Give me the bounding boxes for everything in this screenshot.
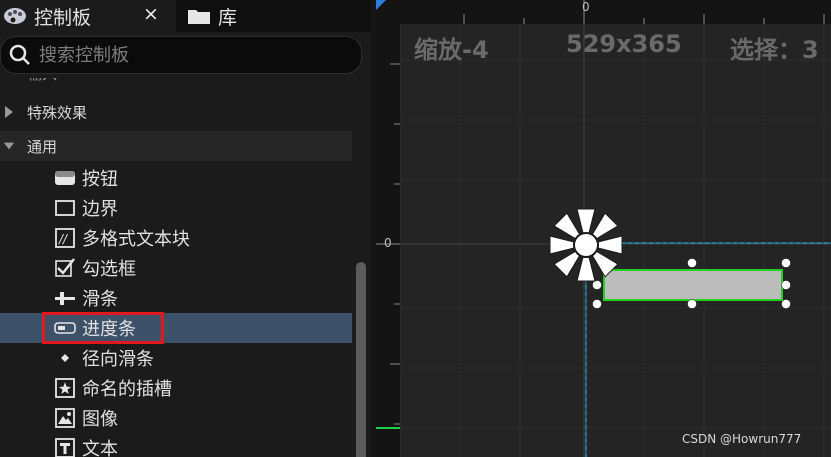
button-icon: [55, 171, 75, 185]
chevron-right-icon: [5, 106, 13, 118]
tab-palette[interactable]: 控制板 ×: [0, 0, 176, 32]
category-special-effects-label: 特殊效果: [27, 103, 88, 122]
designer-canvas[interactable]: 0 0 缩放-4 529x365 选择：3 CSDN @Howrun777: [376, 0, 831, 457]
list-item-label: 文本: [82, 439, 118, 457]
text-icon: [55, 438, 75, 457]
tab-library[interactable]: 库: [178, 0, 368, 32]
named-slot-icon: [55, 378, 75, 398]
search-box[interactable]: [0, 36, 362, 74]
svg-text://: //: [58, 232, 69, 246]
list-item-text[interactable]: 文本: [0, 433, 352, 457]
list-item-label: 滑条: [82, 289, 118, 310]
category-input[interactable]: 输入: [0, 78, 352, 84]
rich-text-icon: //: [55, 228, 75, 248]
list-item-named-slot[interactable]: 命名的插槽: [0, 373, 352, 403]
radial-slider-icon: [61, 354, 69, 362]
search-icon: [9, 44, 30, 65]
checkbox-icon: [55, 258, 75, 277]
search-input[interactable]: [39, 44, 339, 66]
image-icon: [55, 408, 75, 428]
palette-panel: 控制板 × 库 输入 特殊效果 通用: [0, 0, 370, 457]
slider-icon: [55, 292, 75, 305]
tab-library-label: 库: [218, 6, 238, 29]
list-item-label: 勾选框: [82, 259, 136, 280]
palette-icon: [4, 8, 26, 24]
list-item-border[interactable]: 边界: [0, 193, 352, 223]
list-item-button[interactable]: 按钮: [0, 163, 352, 193]
watermark-text: CSDN @Howrun777: [682, 432, 802, 446]
category-input-label: 输入: [27, 78, 57, 84]
anchor-icon: [549, 208, 623, 282]
category-special-effects[interactable]: 特殊效果: [0, 97, 352, 127]
tab-palette-label: 控制板: [34, 6, 92, 29]
progress-bar-widget: [603, 269, 783, 301]
annotation-highlight-box: [42, 312, 164, 344]
scrollbar-thumb[interactable]: [356, 262, 366, 457]
list-item-label: 径向滑条: [82, 349, 154, 370]
close-icon[interactable]: ×: [143, 3, 159, 25]
selected-widget-layer[interactable]: [376, 0, 831, 457]
folder-icon: [188, 10, 210, 24]
list-item-label: 图像: [82, 409, 118, 430]
list-item-rich-text[interactable]: // 多格式文本块: [0, 223, 352, 253]
tab-bar: 控制板 × 库: [0, 0, 370, 32]
list-item-radial-slider[interactable]: 径向滑条: [0, 343, 352, 373]
list-item-label: 命名的插槽: [82, 379, 172, 400]
list-item-image[interactable]: 图像: [0, 403, 352, 433]
category-common[interactable]: 通用: [0, 131, 352, 161]
list-item-slider[interactable]: 滑条: [0, 283, 352, 313]
list-item-checkbox[interactable]: 勾选框: [0, 253, 352, 283]
chevron-down-icon: [3, 142, 15, 150]
category-common-label: 通用: [27, 137, 58, 156]
border-icon: [55, 200, 75, 216]
palette-list: 输入 特殊效果 通用 按钮 边界 // 多格式文本块 勾选框 滑: [0, 78, 352, 457]
list-item-label: 按钮: [82, 169, 118, 190]
list-item-label: 边界: [82, 199, 118, 220]
list-item-label: 多格式文本块: [82, 229, 190, 250]
